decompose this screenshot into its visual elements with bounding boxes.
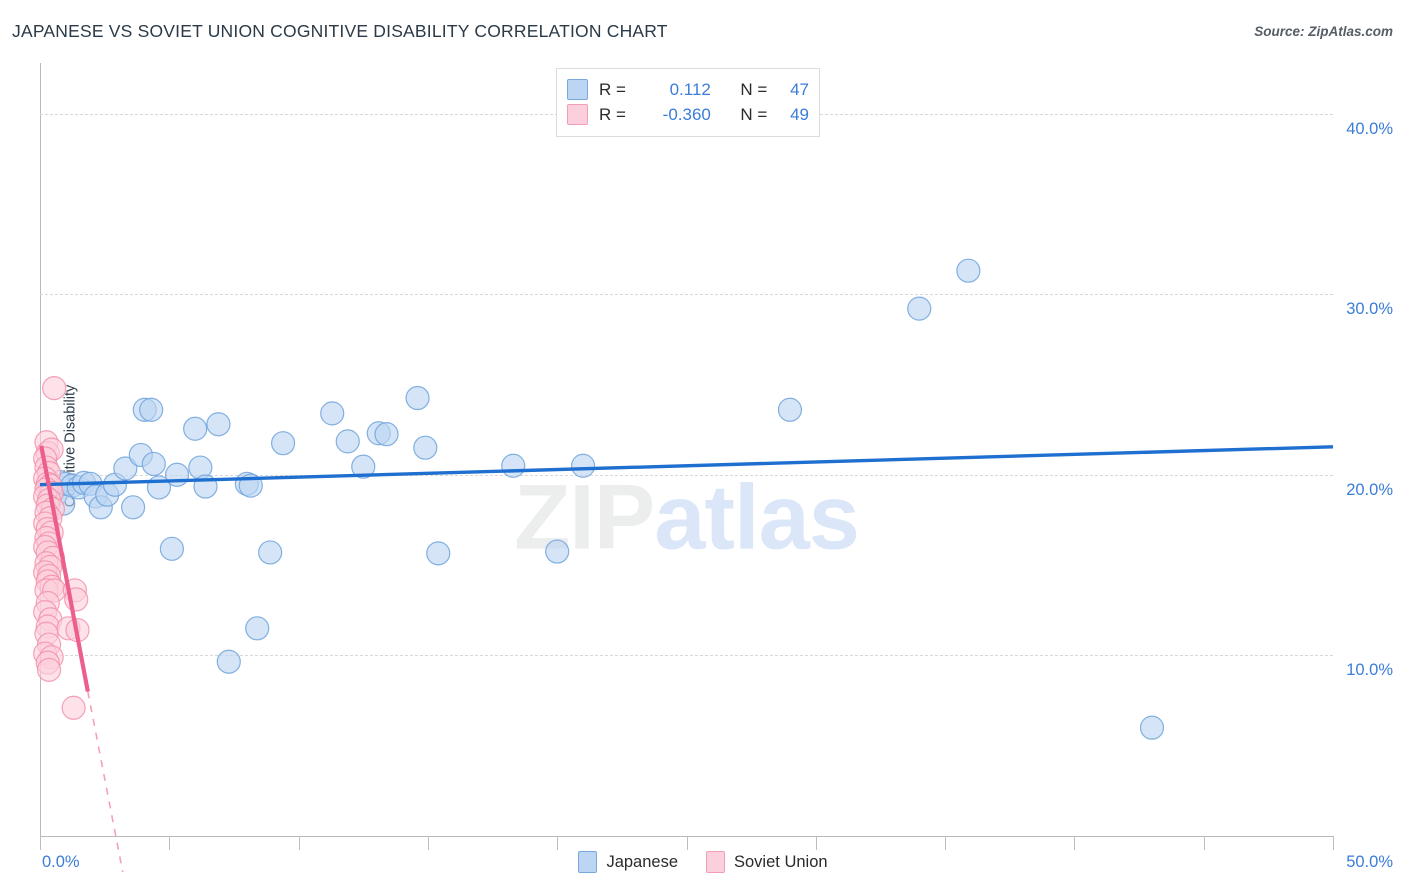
x-axis-tick <box>1203 836 1205 850</box>
x-axis-tick <box>686 836 688 850</box>
legend-swatch-soviet-union-icon <box>706 851 725 873</box>
trend-line-dashed-soviet-union <box>87 691 124 873</box>
x-axis-tick <box>815 836 817 850</box>
source-attribution: Source: ZipAtlas.com <box>1254 24 1393 39</box>
series-points-japanese <box>36 258 1165 740</box>
data-point <box>374 422 399 447</box>
n-value-soviet-union: 49 <box>790 104 809 124</box>
legend-label-soviet-union: Soviet Union <box>734 852 828 871</box>
data-point <box>335 429 360 454</box>
data-point <box>183 416 208 441</box>
x-axis-tick <box>40 836 41 850</box>
y-axis-tick-label: 40.0% <box>1346 119 1393 138</box>
page-title: JAPANESE VS SOVIET UNION COGNITIVE DISAB… <box>12 21 668 41</box>
x-axis-tick <box>169 836 171 850</box>
x-axis-tick <box>427 836 429 850</box>
scatter-canvas <box>33 258 1334 873</box>
data-point <box>245 616 270 641</box>
data-point <box>141 451 166 477</box>
r-value-japanese: 0.112 <box>669 79 711 99</box>
data-point <box>413 435 438 460</box>
data-point <box>139 397 164 422</box>
data-point <box>1139 715 1165 740</box>
y-axis-tick-label: 20.0% <box>1346 480 1393 499</box>
data-point <box>159 536 184 561</box>
plot-area: ZIPatlas <box>33 63 1334 873</box>
chart-legend: Japanese Soviet Union <box>0 851 1406 873</box>
stats-row-japanese: R = 0.112 N = 47 <box>567 77 809 102</box>
n-label-japanese: N = <box>740 79 768 99</box>
data-point <box>42 375 67 401</box>
data-point <box>270 431 296 456</box>
data-point <box>216 649 241 674</box>
n-label-soviet-union: N = <box>740 104 768 124</box>
data-point <box>206 412 231 437</box>
legend-item-japanese[interactable]: Japanese <box>578 851 678 873</box>
correlation-stats-box: R = 0.112 N = 47 R = -0.360 N = 49 <box>556 68 820 137</box>
r-label-japanese: R = <box>599 79 626 99</box>
data-point <box>36 657 62 682</box>
data-point <box>501 453 526 478</box>
data-point <box>907 296 932 321</box>
data-point <box>120 495 146 520</box>
x-axis-tick <box>298 836 300 850</box>
data-point <box>570 453 596 478</box>
n-value-japanese: 47 <box>790 79 809 99</box>
legend-swatch-japanese-icon <box>578 851 598 873</box>
x-axis-tick <box>945 836 947 850</box>
r-value-soviet-union: -0.360 <box>662 104 711 124</box>
data-point <box>405 385 430 411</box>
data-point <box>956 258 981 283</box>
stats-row-soviet-union: R = -0.360 N = 49 <box>567 102 809 127</box>
x-axis-tick <box>1074 836 1076 850</box>
x-axis-tick <box>557 836 559 850</box>
trend-line-japanese <box>39 445 1334 487</box>
r-label-soviet-union: R = <box>599 104 626 124</box>
data-point <box>320 401 345 426</box>
legend-item-soviet-union[interactable]: Soviet Union <box>706 851 828 873</box>
data-point <box>258 540 283 565</box>
data-point <box>164 462 190 487</box>
data-point <box>61 695 86 720</box>
legend-label-japanese: Japanese <box>606 852 678 871</box>
y-axis-tick-label: 30.0% <box>1346 300 1393 319</box>
data-point <box>777 397 803 422</box>
series-swatch-japanese-icon <box>567 79 588 100</box>
y-axis-tick-label: 10.0% <box>1346 661 1393 680</box>
data-point <box>426 541 451 566</box>
x-axis-tick <box>1333 836 1334 850</box>
series-swatch-soviet-union-icon <box>567 104 588 125</box>
data-point <box>545 539 570 564</box>
